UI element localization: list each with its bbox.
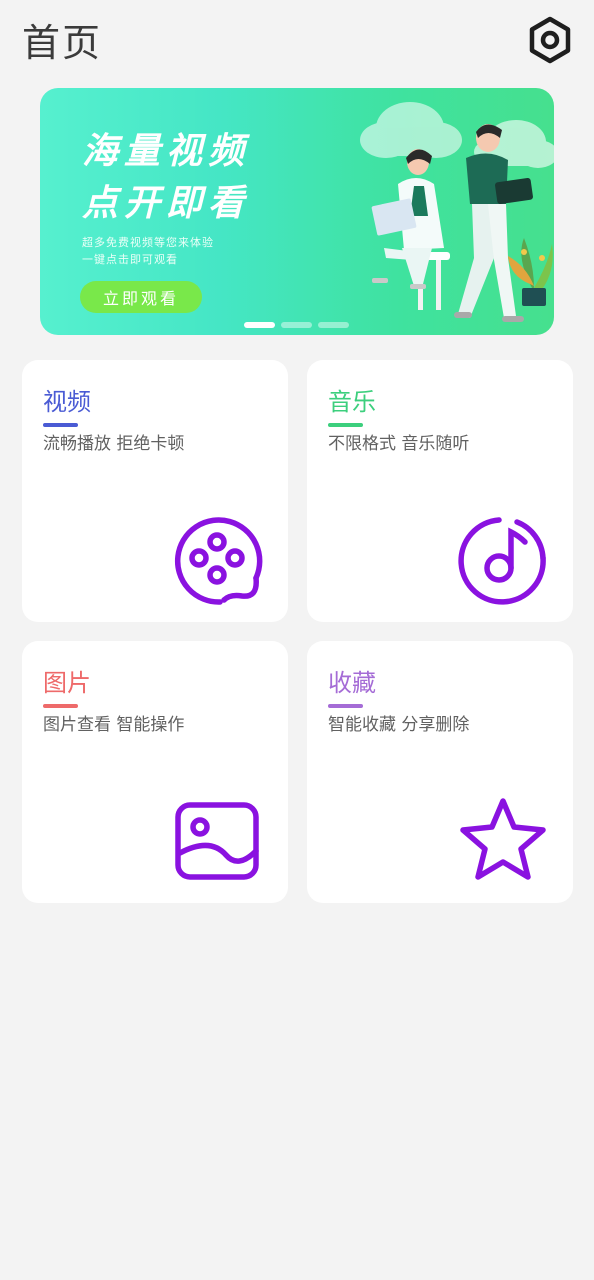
card-description: 流畅播放 拒绝卡顿: [43, 434, 185, 454]
banner-subtitle-line1: 超多免费视频等您来体验: [82, 236, 214, 249]
card-description: 不限格式 音乐随听: [328, 434, 470, 454]
pager-dot[interactable]: [281, 322, 312, 328]
banner-headline: 海量视频 点开即看: [82, 126, 250, 230]
music-card[interactable]: 音乐 不限格式 音乐随听: [307, 360, 573, 622]
favorites-card[interactable]: 收藏 智能收藏 分享删除: [307, 641, 573, 903]
banner-headline-line2: 点开即看: [82, 183, 251, 224]
pictures-card[interactable]: 图片 图片查看 智能操作: [22, 641, 288, 903]
pager-dot[interactable]: [244, 322, 275, 328]
title-underline: [328, 423, 363, 427]
title-underline: [43, 423, 78, 427]
card-title: 图片: [43, 669, 91, 697]
cloud-icon: [360, 102, 462, 158]
banner-headline-line1: 海量视频: [82, 131, 251, 172]
page-title: 首页: [22, 21, 103, 65]
title-underline: [328, 704, 363, 708]
banner-subtitle-line2: 一键点击即可观看: [82, 253, 178, 266]
banner-illustration: [360, 102, 554, 322]
banner-subtitle: 超多免费视频等您来体验 一键点击即可观看: [82, 234, 214, 268]
image-icon: [175, 802, 259, 880]
settings-button[interactable]: [524, 14, 576, 66]
woman-figure: [371, 149, 450, 310]
pager-dot[interactable]: [318, 322, 349, 328]
video-card[interactable]: 视频 流畅播放 拒绝卡顿: [22, 360, 288, 622]
card-title: 收藏: [328, 669, 376, 697]
music-note-icon: [458, 517, 546, 605]
film-reel-icon: [174, 517, 263, 605]
settings-hexagon-icon: [529, 16, 571, 64]
watch-now-button[interactable]: 立即观看: [80, 281, 202, 313]
title-underline: [43, 704, 78, 708]
card-description: 智能收藏 分享删除: [328, 715, 470, 735]
star-icon: [460, 798, 546, 880]
plant-icon: [508, 238, 553, 306]
promo-banner[interactable]: 海量视频 点开即看 超多免费视频等您来体验 一键点击即可观看 立即观看: [40, 88, 554, 335]
card-title: 视频: [43, 388, 91, 416]
banner-pager: [244, 322, 349, 328]
card-description: 图片查看 智能操作: [43, 715, 185, 735]
card-title: 音乐: [328, 388, 376, 416]
